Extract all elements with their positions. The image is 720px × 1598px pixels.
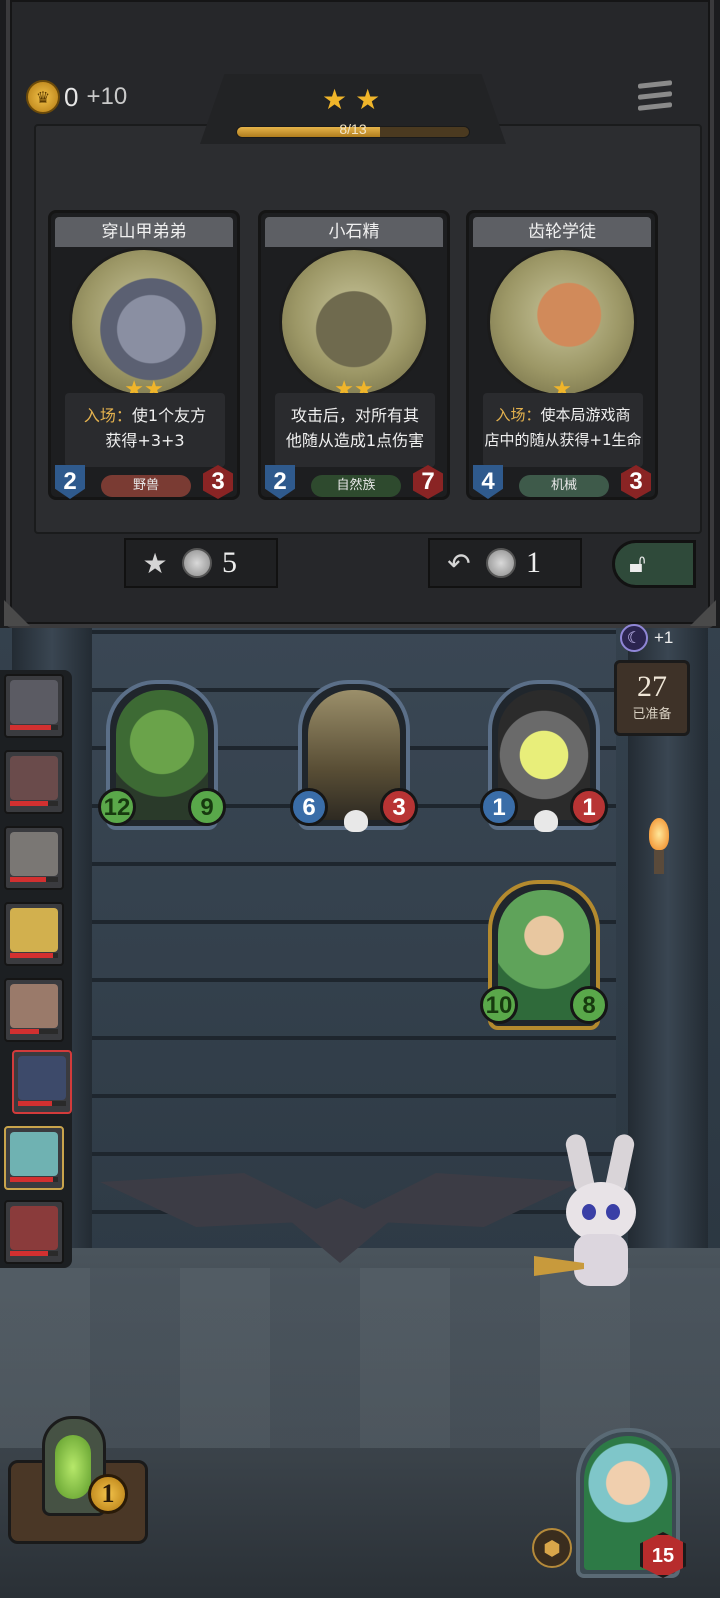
gear-apprentice-art <box>487 247 637 397</box>
card-description: 入场：使本局游戏商 店中的随从获得+1生命 <box>483 393 643 467</box>
shop-card-2[interactable]: 小石精 ★★ 攻击后，对所有其 他随从造成1点伤害 2 自然族 7 <box>258 210 450 500</box>
desc-line-2: 他随从造成1点伤害 <box>285 431 425 450</box>
lock-icon: 🔓︎ <box>629 548 646 579</box>
hero-avatar <box>10 908 58 952</box>
hero-health-bar <box>10 877 58 882</box>
keyword-entry: 入场： <box>83 406 132 425</box>
tribe-badge: 自然族 <box>311 475 401 497</box>
hero-slot[interactable] <box>4 1200 64 1264</box>
star-icon: ★ <box>322 83 348 116</box>
shop-card-3[interactable]: 齿轮学徒 ★ 入场：使本局游戏商 店中的随从获得+1生命 4 机械 3 <box>466 210 658 500</box>
tier-stars: ★ ★ <box>322 86 380 114</box>
hero-slot[interactable] <box>4 978 64 1042</box>
card-name: 穿山甲弟弟 <box>55 217 233 247</box>
hero-slot[interactable] <box>4 826 64 890</box>
minion-health: 3 <box>380 788 418 826</box>
opponent-hero-list <box>0 670 72 1268</box>
desc-line-1: 使本局游戏商 <box>540 406 631 424</box>
minion-health: 1 <box>570 788 608 826</box>
hero-slot[interactable] <box>4 674 64 738</box>
keyword-entry: 入场： <box>495 406 541 424</box>
health-value: 3 <box>621 465 651 499</box>
timer-value: 27 <box>637 670 667 703</box>
hero-health-bar <box>10 953 58 958</box>
tribe-badge: 野兽 <box>101 475 191 497</box>
hero-avatar <box>10 756 58 800</box>
minion-health: 9 <box>188 788 226 826</box>
turn-timer: 27 已准备 <box>614 660 690 736</box>
desc-line-2: 获得+3+3 <box>105 431 185 450</box>
card-description: 攻击后，对所有其 他随从造成1点伤害 <box>275 393 435 467</box>
player-hero-slot[interactable] <box>4 1126 64 1190</box>
hero-avatar <box>10 680 58 724</box>
hero-power-cost: 1 <box>88 1474 128 1514</box>
hero-health-bar <box>10 801 58 806</box>
round-indicator: ☾ +1 <box>620 624 673 652</box>
refresh-icon: ↶ <box>447 546 471 580</box>
hero-avatar <box>10 1132 58 1176</box>
health-value: 3 <box>203 465 233 499</box>
upgrade-cost: 5 <box>222 546 237 579</box>
star-icon: ★ <box>355 83 381 116</box>
moon-icon: ☾ <box>620 624 648 652</box>
card-name: 小石精 <box>265 217 443 247</box>
upgrade-tier-button[interactable]: ★ 5 <box>124 538 278 588</box>
gold-income: +10 <box>86 83 128 110</box>
hero-avatar <box>18 1056 66 1100</box>
hero-health-bar <box>10 1251 58 1256</box>
torch-icon <box>646 818 672 874</box>
hero-avatar <box>10 984 58 1028</box>
gold-counter: ♛ 0 +10 <box>26 80 127 114</box>
hero-slot[interactable] <box>4 902 64 966</box>
hero-health-bar <box>18 1101 66 1106</box>
xp-text: 8/13 <box>339 121 367 137</box>
hero-health-bar <box>10 1029 58 1034</box>
minion-attack: 1 <box>480 788 518 826</box>
refresh-cost: 1 <box>526 546 541 579</box>
freeze-shop-button[interactable]: 🔓︎ <box>612 540 696 588</box>
hero-health-bar <box>10 1177 58 1182</box>
minion-health: 8 <box>570 986 608 1024</box>
card-name: 齿轮学徒 <box>473 217 651 247</box>
hero-slot[interactable] <box>4 750 64 814</box>
minion-attack: 6 <box>290 788 328 826</box>
card-description: 入场：使1个友方 获得+3+3 <box>65 393 225 467</box>
silver-coin-icon <box>486 548 516 578</box>
minion-attack: 12 <box>98 788 136 826</box>
attack-value: 2 <box>55 465 85 499</box>
current-opponent-slot[interactable] <box>12 1050 72 1114</box>
refresh-shop-button[interactable]: ↶ 1 <box>428 538 582 588</box>
gold-amount: 0 <box>64 81 79 112</box>
desc-line-2: 店中的随从获得+1生命 <box>484 431 642 449</box>
pangolin-art <box>69 247 219 397</box>
round-increment: +1 <box>654 628 674 647</box>
attack-value: 2 <box>265 465 295 499</box>
tribe-badge: 机械 <box>519 475 609 497</box>
shop-card-1[interactable]: 穿山甲弟弟 ★★ 入场：使1个友方 获得+3+3 2 野兽 3 <box>48 210 240 500</box>
acorn-icon[interactable]: ⬢ <box>532 1528 572 1568</box>
skull-icon <box>534 810 558 832</box>
hero-health-bar <box>10 725 58 730</box>
health-value: 7 <box>413 465 443 499</box>
rock-spirit-art <box>279 247 429 397</box>
hero-avatar <box>10 1206 58 1250</box>
desc-line-1: 使1个友方 <box>131 406 207 425</box>
timer-label: 已准备 <box>632 707 672 722</box>
attack-value: 4 <box>473 465 503 499</box>
hero-avatar <box>10 832 58 876</box>
silver-coin-icon <box>182 548 212 578</box>
desc-line-1: 攻击后，对所有其 <box>290 406 419 425</box>
minion-attack: 10 <box>480 986 518 1024</box>
skull-icon <box>344 810 368 832</box>
menu-icon[interactable] <box>638 80 672 114</box>
crown-coin-icon: ♛ <box>26 80 60 114</box>
hero-power-button[interactable]: 1 <box>8 1416 148 1546</box>
star-up-icon: ★ <box>142 546 168 580</box>
